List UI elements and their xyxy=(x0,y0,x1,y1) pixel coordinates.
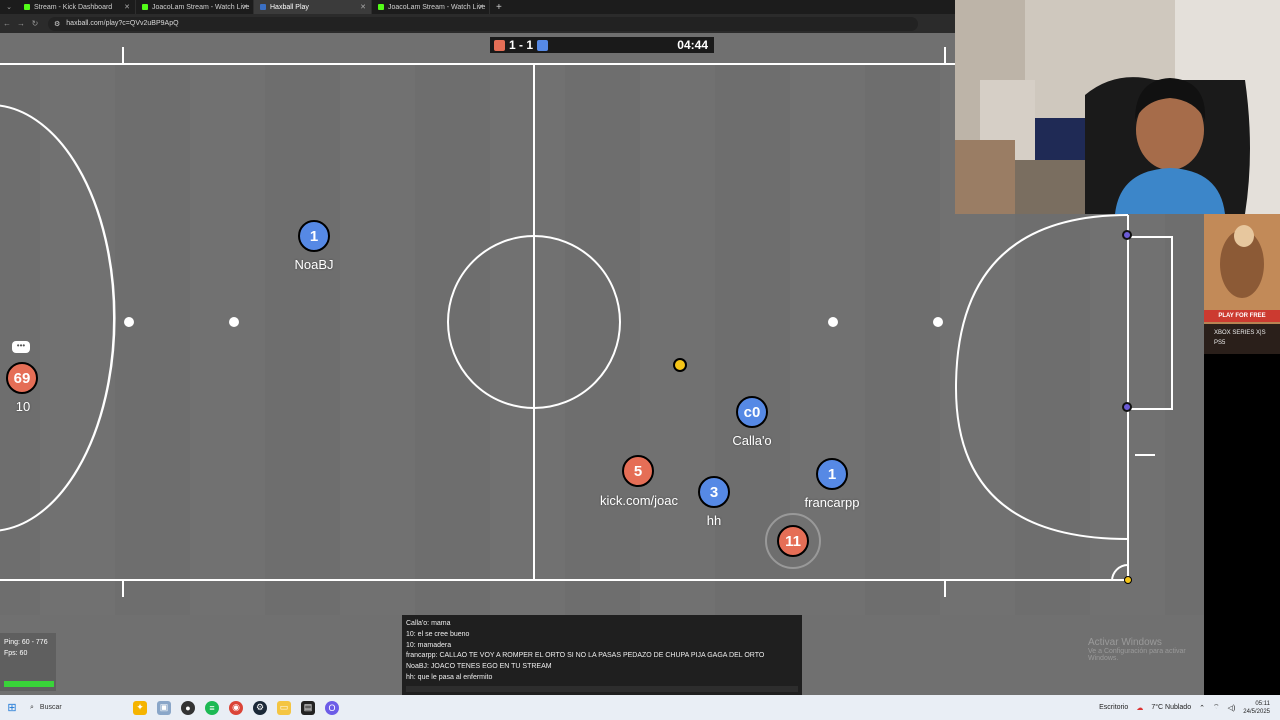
weather-text[interactable]: 7°C Nublado xyxy=(1151,704,1191,711)
chrome-icon[interactable]: ◉ xyxy=(229,700,243,715)
game-advertisement[interactable]: PLAY FOR FREE XBOX SERIES X|S PS5 xyxy=(1204,214,1280,354)
clock[interactable]: 05:11 24/5/2025 xyxy=(1243,700,1270,716)
chat-message: Calla'o: mama xyxy=(406,620,451,627)
player-name: NoaBJ xyxy=(294,257,334,272)
kickoff-dot xyxy=(828,317,838,327)
address-bar: ← → ↻ ⚙ haxball.com/play?c=QVv2uBP9ApQ xyxy=(0,14,955,33)
corner-post xyxy=(1124,576,1132,584)
file-explorer-icon[interactable]: ▭ xyxy=(277,700,291,715)
close-tab-icon[interactable]: ✕ xyxy=(360,3,366,11)
search-icon: ⌕ xyxy=(30,703,34,711)
ad-artwork xyxy=(1204,214,1280,310)
chat-message: NoaBJ: JOACO TENES EGO EN TU STREAM xyxy=(406,663,552,671)
chat-input[interactable] xyxy=(406,686,798,692)
volume-icon[interactable]: ◁) xyxy=(1228,704,1236,712)
browser-tab[interactable]: Stream - Kick Dashboard ✕ xyxy=(18,0,136,14)
close-tab-icon[interactable]: ✕ xyxy=(242,3,248,11)
copilot-icon[interactable]: ✦ xyxy=(133,700,147,715)
tray-overflow-icon[interactable]: ⌃ xyxy=(1199,704,1205,712)
player-disc: 1 xyxy=(298,220,330,252)
player-name: Calla'o xyxy=(732,433,772,448)
player-disc: c0 xyxy=(736,396,768,428)
score: 1 - 1 xyxy=(509,38,534,52)
obs-icon[interactable]: ● xyxy=(181,700,195,715)
player-disc-controlled: 11 xyxy=(777,525,809,557)
tab-label: Stream - Kick Dashboard xyxy=(34,3,113,11)
match-timer: 04:44 xyxy=(677,38,708,52)
webcam-overlay xyxy=(955,0,1280,214)
ping-text: Ping: 60 - 776 xyxy=(4,639,48,646)
kickoff-dot xyxy=(124,317,134,327)
reload-icon[interactable]: ↻ xyxy=(28,19,42,28)
kickoff-dot xyxy=(933,317,943,327)
player-disc: 3 xyxy=(698,476,730,508)
tab-list-chevron-icon[interactable]: ⌄ xyxy=(0,3,18,11)
taskbar-search[interactable]: ⌕ Buscar xyxy=(24,704,128,712)
scoreboard: 1 - 1 04:44 xyxy=(490,37,714,53)
player-name: 10 xyxy=(15,399,31,414)
blue-team-icon xyxy=(537,39,549,51)
url-text: haxball.com/play?c=QVv2uBP9ApQ xyxy=(66,20,179,27)
kickoff-dot xyxy=(229,317,239,327)
goal-post xyxy=(1122,402,1132,412)
spotify-icon[interactable]: ≡ xyxy=(205,700,219,715)
site-info-icon[interactable]: ⚙ xyxy=(54,20,60,28)
chat-box: Calla'o: mama 10: el se cree bueno 10: m… xyxy=(402,615,802,695)
close-tab-icon[interactable]: ✕ xyxy=(478,3,484,11)
tab-label: JoacoLam Stream - Watch Live xyxy=(388,3,486,11)
ball xyxy=(673,358,687,372)
desktop-label[interactable]: Escritorio xyxy=(1099,704,1128,711)
goal-post xyxy=(1122,230,1132,240)
play-for-free-button[interactable]: PLAY FOR FREE xyxy=(1204,310,1280,322)
kick-favicon-icon xyxy=(378,4,384,10)
chat-message: francarpp: CALLAO TE VOY A ROMPER EL ORT… xyxy=(406,652,765,660)
browser-tab[interactable]: JoacoLam Stream - Watch Live ✕ xyxy=(136,0,254,14)
player-name: kick.com/joac xyxy=(599,493,679,508)
side-panel xyxy=(1204,354,1280,696)
browser-tab-active[interactable]: Haxball Play ✕ xyxy=(254,0,372,14)
fps-text: Fps: 60 xyxy=(4,650,28,657)
weather-icon[interactable]: ☁ xyxy=(1136,704,1143,712)
player-disc: 1 xyxy=(816,458,848,490)
steam-icon[interactable]: ⚙ xyxy=(253,700,267,715)
url-input[interactable]: ⚙ haxball.com/play?c=QVv2uBP9ApQ xyxy=(48,16,918,31)
network-stats: Ping: 60 - 776 Fps: 60 xyxy=(0,633,56,691)
webcam-image xyxy=(955,0,1280,214)
windows-taskbar: ⊞ ⌕ Buscar ✦ ▣ ● ≡ ◉ ⚙ ▭ ▤ O Escritorio … xyxy=(0,695,1280,720)
player-disc: 5 xyxy=(622,455,654,487)
ping-graph xyxy=(4,681,54,687)
browser-tab[interactable]: JoacoLam Stream - Watch Live ✕ xyxy=(372,0,490,14)
tab-label: Haxball Play xyxy=(270,3,309,11)
chat-bubble-icon: ••• xyxy=(12,341,30,353)
new-tab-icon[interactable]: + xyxy=(496,2,502,13)
windows-activation-watermark: Activar Windows Ve a Configuración para … xyxy=(1088,637,1186,662)
task-view-icon[interactable]: ▣ xyxy=(157,700,171,715)
back-icon[interactable]: ← xyxy=(0,19,14,28)
kick-favicon-icon xyxy=(142,4,148,10)
red-team-icon xyxy=(494,39,505,51)
kick-favicon-icon xyxy=(24,4,30,10)
app-icon[interactable]: ▤ xyxy=(301,700,315,715)
haxball-favicon-icon xyxy=(260,4,266,10)
chat-message: 10: el se cree bueno xyxy=(406,630,470,638)
chat-message: hh: que le pasa al enfermito xyxy=(406,673,493,681)
system-tray: Escritorio ☁ 7°C Nublado ⌃ ⌔ ◁) 05:11 24… xyxy=(1099,700,1280,716)
player-disc: 69 xyxy=(6,362,38,394)
network-icon[interactable]: ⌔ xyxy=(1213,703,1220,712)
forward-icon[interactable]: → xyxy=(14,19,28,28)
chat-message: 10: mamadera xyxy=(406,641,452,649)
player-name: hh xyxy=(706,513,722,528)
windows-start-icon[interactable]: ⊞ xyxy=(0,701,24,714)
ad-platforms: XBOX SERIES X|S PS5 xyxy=(1204,324,1280,354)
opera-icon[interactable]: O xyxy=(325,700,339,715)
tab-label: JoacoLam Stream - Watch Live xyxy=(152,3,250,11)
player-name: francarpp xyxy=(804,495,860,510)
close-tab-icon[interactable]: ✕ xyxy=(124,3,130,11)
browser-tab-bar: ⌄ Stream - Kick Dashboard ✕ JoacoLam Str… xyxy=(0,0,955,14)
